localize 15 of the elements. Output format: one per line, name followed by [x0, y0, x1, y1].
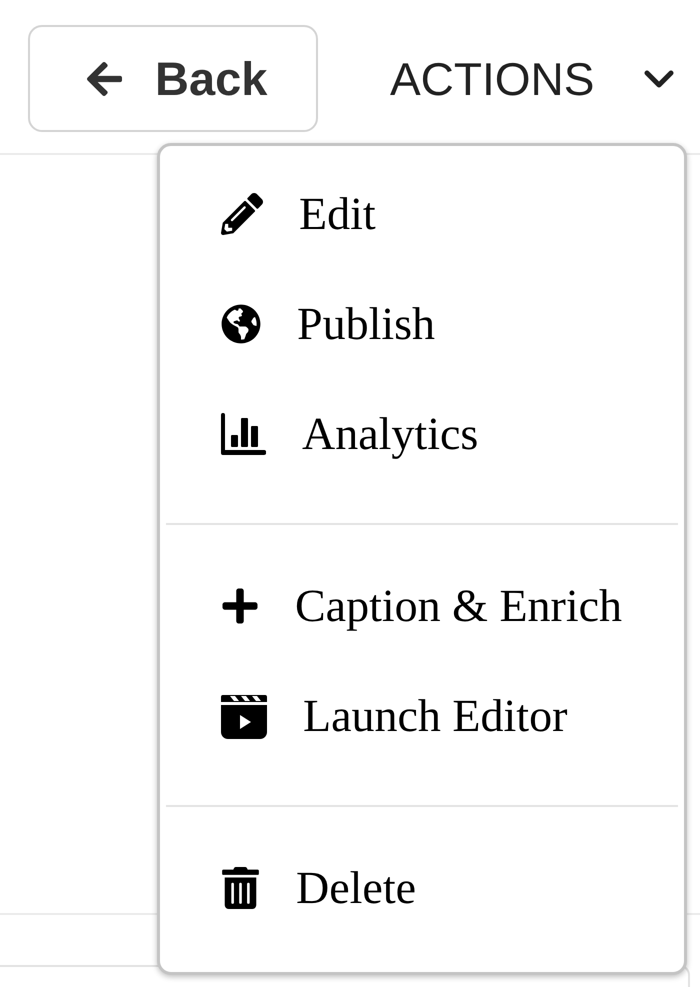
menu-item[interactable]: Publish — [160, 269, 684, 379]
back-button[interactable]: Back — [28, 25, 318, 132]
menu-item[interactable]: Delete — [160, 833, 684, 943]
chevron-down-icon — [644, 70, 674, 88]
globe-icon — [221, 304, 261, 344]
menu-item[interactable]: Caption & Enrich — [160, 551, 684, 661]
menu-item[interactable]: Launch Editor — [160, 661, 684, 771]
pencil-icon — [221, 193, 263, 235]
clapperboard-play-icon — [221, 693, 267, 739]
plus-icon — [221, 586, 259, 626]
trash-icon — [221, 867, 260, 909]
actions-menu-button[interactable]: ACTIONS — [390, 56, 674, 102]
bar-chart-icon — [221, 413, 266, 455]
menu-item[interactable]: Analytics — [160, 379, 684, 489]
menu-item[interactable]: Edit — [160, 159, 684, 269]
